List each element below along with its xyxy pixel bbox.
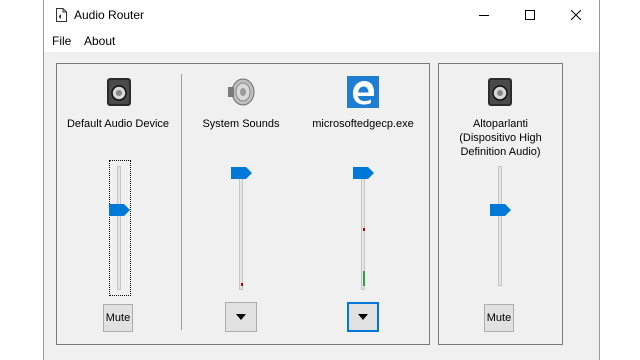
minimize-button[interactable]	[461, 0, 507, 30]
output-group-panel: Default Audio Device Mute System Sounds	[56, 63, 430, 345]
group-separator	[181, 74, 182, 330]
device-select-button-edge[interactable]	[347, 302, 379, 332]
close-button[interactable]	[553, 0, 599, 30]
volume-track-altoparlanti[interactable]	[498, 166, 502, 286]
app-icon	[56, 8, 67, 22]
menu-file[interactable]: File	[52, 34, 71, 48]
minimize-icon	[479, 15, 489, 16]
menu-bar: File About	[44, 30, 599, 52]
volume-thumb-default[interactable]	[109, 204, 131, 216]
dropdown-arrow-icon	[358, 314, 368, 320]
app-label-edge: microsoftedgecp.exe	[312, 118, 414, 130]
speaker-icon	[107, 78, 131, 106]
menu-about[interactable]: About	[84, 34, 115, 48]
volume-track-default[interactable]	[117, 166, 121, 290]
close-icon	[571, 10, 581, 20]
mute-button-default[interactable]: Mute	[103, 304, 133, 332]
volume-thumb-system-sounds[interactable]	[231, 167, 253, 179]
speaker-cone-icon	[228, 78, 255, 106]
mute-button-altoparlanti[interactable]: Mute	[484, 304, 514, 332]
title-bar: Audio Router	[44, 0, 599, 30]
device-select-button-system-sounds[interactable]	[225, 302, 257, 332]
level-meter-peak-edge	[363, 228, 365, 231]
dropdown-arrow-icon	[236, 314, 246, 320]
edge-icon	[347, 76, 379, 108]
speaker-icon	[488, 78, 512, 106]
maximize-button[interactable]	[507, 0, 553, 30]
volume-thumb-edge[interactable]	[353, 167, 375, 179]
device-panel-altoparlanti: Altoparlanti (Dispositivo High Definitio…	[438, 63, 563, 345]
level-meter-system-sounds	[241, 283, 243, 286]
maximize-icon	[525, 10, 535, 20]
level-meter-edge	[363, 271, 365, 286]
window-title: Audio Router	[74, 8, 145, 22]
device-label-default: Default Audio Device	[66, 118, 170, 130]
volume-thumb-altoparlanti[interactable]	[490, 204, 512, 216]
audio-router-window: Audio Router File About Default Audio De…	[43, 0, 600, 360]
device-label-altoparlanti: Altoparlanti (Dispositivo High Definitio…	[459, 118, 542, 158]
app-label-system-sounds: System Sounds	[202, 118, 280, 130]
volume-track-system-sounds[interactable]	[239, 172, 243, 290]
